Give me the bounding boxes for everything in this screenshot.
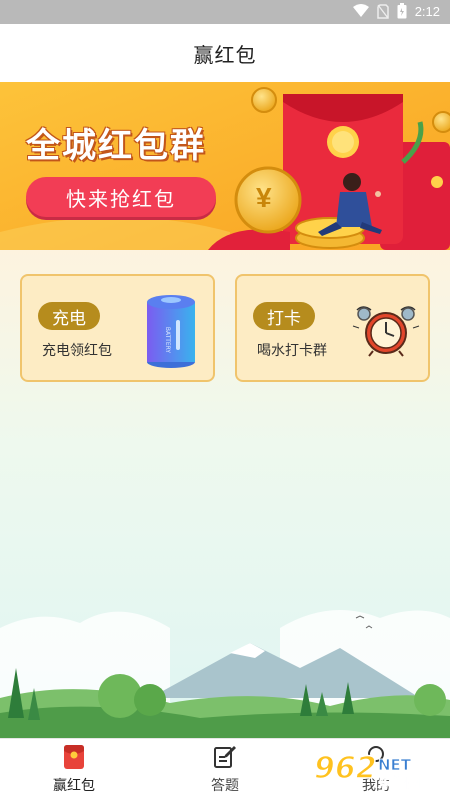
- site-watermark: 962 NET 乐游网: [312, 748, 444, 794]
- watermark-suffix: NET: [378, 756, 412, 774]
- tab-label: 赢红包: [53, 777, 95, 793]
- watermark-number: 962: [314, 751, 377, 786]
- battery-illustration-icon: BATTERY: [147, 295, 195, 368]
- grab-red-packet-button[interactable]: 快来抢红包: [26, 177, 216, 217]
- landscape-illustration: [0, 610, 450, 738]
- checkin-tag: 打卡: [253, 302, 315, 330]
- banner-coin-symbol: ¥: [256, 182, 272, 213]
- checkin-card-desc: 喝水打卡群: [257, 342, 327, 358]
- status-time: 2:12: [414, 3, 440, 19]
- no-sim-icon: [376, 3, 389, 19]
- status-icons: 2:12: [352, 3, 440, 19]
- tab-quiz[interactable]: 答题: [175, 745, 275, 797]
- status-bar: 2:12: [0, 0, 450, 24]
- promo-banner[interactable]: 全城红包群 ¥ 快来抢红包: [0, 82, 450, 250]
- alarm-clock-icon: [352, 306, 420, 357]
- banner-title: 全城红包群: [26, 126, 206, 166]
- watermark-site-text: 乐游网: [378, 775, 420, 792]
- charge-tag: 充电: [38, 302, 100, 330]
- watermark-logo: 962 NET 乐游网: [313, 750, 420, 792]
- checkin-card[interactable]: 打卡 喝水打卡群: [235, 274, 430, 382]
- tab-label: 答题: [211, 777, 239, 793]
- page-title: 赢红包: [193, 44, 257, 67]
- main-content: 充电 充电领红包 BATTERY 打卡 喝水打卡群: [0, 250, 450, 738]
- battery-text: BATTERY: [164, 327, 171, 354]
- wifi-icon: [352, 4, 369, 17]
- app-header: 赢红包: [0, 24, 450, 82]
- red-envelope-icon: [64, 745, 84, 769]
- edit-note-icon: [214, 746, 236, 768]
- battery-icon: [397, 3, 407, 19]
- charge-card[interactable]: 充电 充电领红包 BATTERY: [20, 274, 215, 382]
- charge-card-desc: 充电领红包: [42, 342, 112, 358]
- tab-win-red-packet[interactable]: 赢红包: [24, 745, 124, 797]
